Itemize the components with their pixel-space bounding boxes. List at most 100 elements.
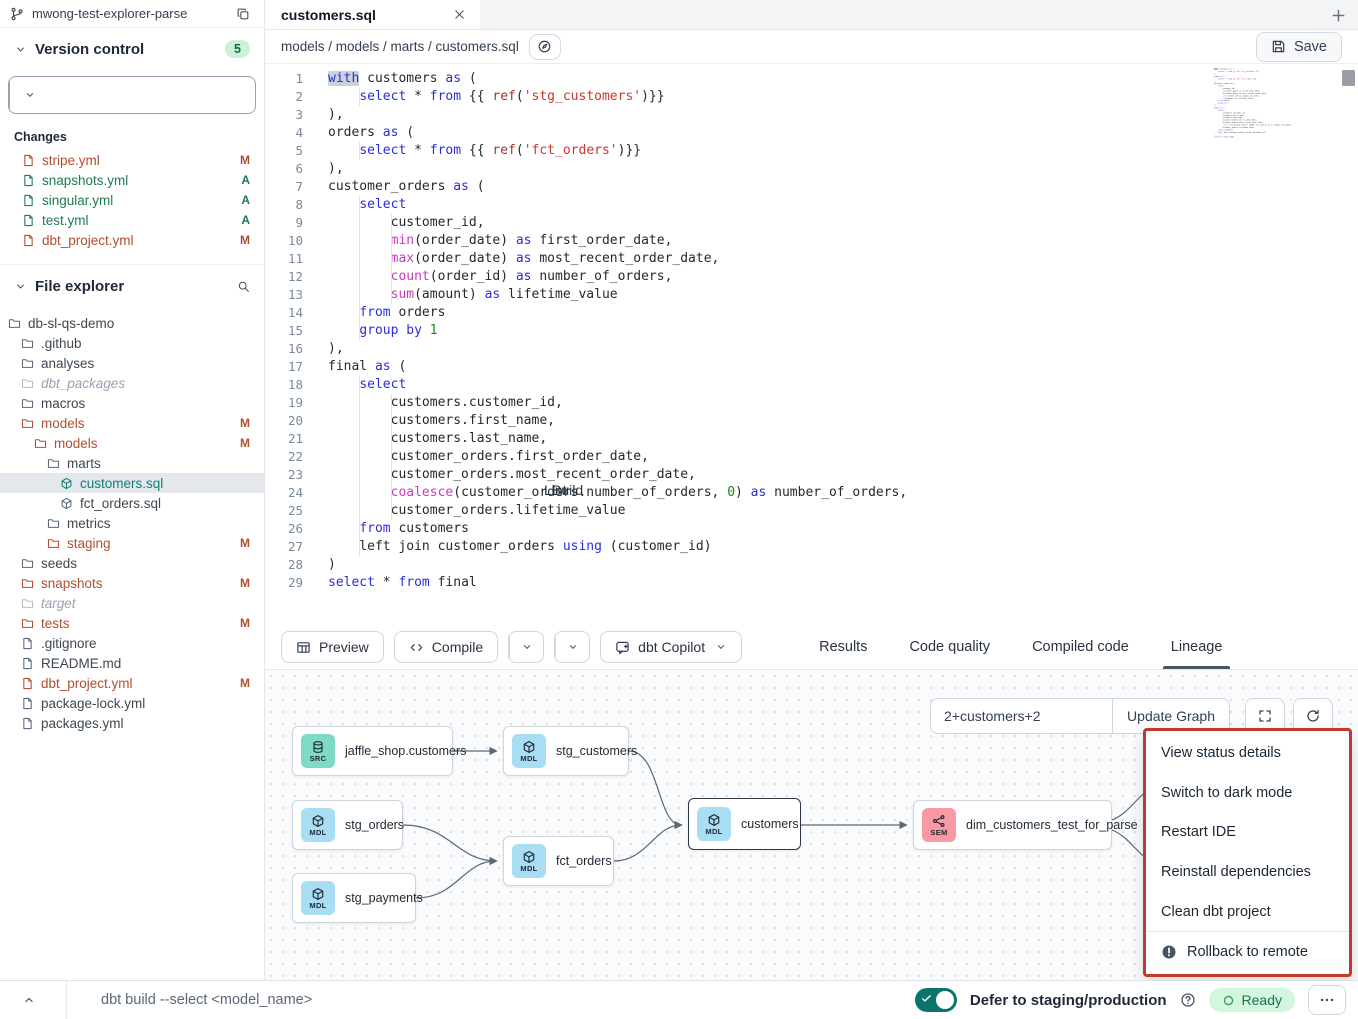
folder-icon (8, 317, 21, 330)
tree-item-staging[interactable]: staging M (0, 533, 264, 553)
change-status-badge: M (240, 233, 250, 247)
tree-item-snapshots[interactable]: snapshots M (0, 573, 264, 593)
tree-item-models[interactable]: models M (0, 413, 264, 433)
tree-item-tests[interactable]: tests M (0, 613, 264, 633)
lineage-search-input[interactable]: 2+customers+2 (931, 699, 1112, 733)
menu-item-clean-dbt-project[interactable]: Clean dbt project (1146, 892, 1349, 932)
folder-icon (47, 457, 60, 470)
status-badge: M (240, 616, 250, 630)
help-icon[interactable] (1180, 992, 1196, 1008)
menu-item-restart-ide[interactable]: Restart IDE (1146, 812, 1349, 852)
model-icon: MDL (697, 807, 731, 841)
tree-item-metrics[interactable]: metrics (0, 513, 264, 533)
folder-icon (21, 617, 34, 630)
status-badge: Ready (1209, 988, 1295, 1012)
dag-node-stg_orders[interactable]: MDL stg_orders (292, 800, 403, 850)
change-status-badge: M (240, 153, 250, 167)
chevron-down-icon[interactable] (14, 43, 27, 56)
change-status-badge: A (241, 173, 250, 187)
tree-item-marts[interactable]: marts (0, 453, 264, 473)
file-explorer-section: File explorer db-sl-qs-demo .github anal… (0, 264, 264, 733)
changes-count-badge: 5 (225, 40, 250, 58)
line-number: 13 (265, 286, 303, 304)
defer-label: Defer to staging/production (970, 992, 1167, 1009)
chevron-down-icon[interactable] (14, 280, 27, 293)
menu-item-rollback-to-remote[interactable]: Rollback to remote (1146, 932, 1349, 972)
tab-compiled-code[interactable]: Compiled code (1032, 625, 1129, 669)
change-item[interactable]: dbt_project.yml M (0, 230, 264, 250)
preview-button[interactable]: Preview (281, 631, 384, 663)
tree-item-package-lock.yml[interactable]: package-lock.yml (0, 693, 264, 713)
search-icon[interactable] (237, 280, 250, 293)
tree-item-label: dbt_packages (41, 376, 125, 391)
tree-item-label: macros (41, 396, 85, 411)
tree-item-db-sl-qs-demo[interactable]: db-sl-qs-demo (0, 313, 264, 333)
action-toolbar: Preview Compile Build Lint dbt Copilot (265, 625, 1358, 670)
menu-item-reinstall-dependencies[interactable]: Reinstall dependencies (1146, 852, 1349, 892)
file-icon (22, 174, 35, 187)
change-item[interactable]: singular.yml A (0, 190, 264, 210)
tree-item-label: customers.sql (80, 476, 163, 491)
change-item[interactable]: stripe.yml M (0, 150, 264, 170)
copy-icon[interactable] (236, 7, 250, 21)
line-number: 29 (265, 574, 303, 592)
tree-item-target[interactable]: target (0, 593, 264, 613)
tree-item-models[interactable]: models M (0, 433, 264, 453)
lint-button[interactable]: Lint (554, 631, 590, 663)
tree-item-label: .gitignore (41, 636, 97, 651)
dag-node-stg_customers[interactable]: MDL stg_customers (503, 726, 629, 776)
dag-node-customers[interactable]: MDL customers (688, 798, 801, 850)
line-number: 3 (265, 106, 303, 124)
line-number: 23 (265, 466, 303, 484)
tab-lineage[interactable]: Lineage (1171, 625, 1223, 669)
tree-item-seeds[interactable]: seeds (0, 553, 264, 573)
dag-node-stg_payments[interactable]: MDL stg_payments (292, 873, 416, 923)
tab-results[interactable]: Results (819, 625, 867, 669)
tree-item-.github[interactable]: .github (0, 333, 264, 353)
file-icon (21, 677, 34, 690)
dag-node-jaffle_shop_customers[interactable]: SRC jaffle_shop.customers (292, 726, 453, 776)
divider (66, 981, 67, 1019)
menu-item-view-status-details[interactable]: View status details (1146, 733, 1349, 773)
semantic-icon: SEM (922, 808, 956, 842)
file-icon (21, 697, 34, 710)
tree-item-label: db-sl-qs-demo (28, 316, 114, 331)
change-item[interactable]: test.yml A (0, 210, 264, 230)
file-explorer-title: File explorer (35, 278, 124, 295)
folder-icon (21, 397, 34, 410)
compile-button[interactable]: Compile (394, 631, 498, 663)
expand-console-button[interactable] (22, 993, 36, 1007)
tree-item-macros[interactable]: macros (0, 393, 264, 413)
commit-and-sync-button[interactable]: Commit and sync (8, 76, 256, 114)
commit-options-dropdown[interactable] (9, 77, 49, 113)
more-options-button[interactable] (1308, 985, 1346, 1015)
tree-item-dbt_project.yml[interactable]: dbt_project.yml M (0, 673, 264, 693)
line-number: 16 (265, 340, 303, 358)
file-icon (21, 717, 34, 730)
dag-node-fct_orders[interactable]: MDL fct_orders (503, 836, 614, 886)
alert-icon (1161, 944, 1177, 960)
tree-item-README.md[interactable]: README.md (0, 653, 264, 673)
tree-item-fct_orders.sql[interactable]: fct_orders.sql (0, 493, 264, 513)
tree-item-analyses[interactable]: analyses (0, 353, 264, 373)
file-icon (21, 657, 34, 670)
command-input[interactable]: dbt build --select <model_name> (101, 992, 312, 1008)
line-number: 11 (265, 250, 303, 268)
tree-item-.gitignore[interactable]: .gitignore (0, 633, 264, 653)
close-icon[interactable] (453, 8, 466, 21)
lineage-panel: SRC jaffle_shop.customers MDL stg_custom… (265, 670, 1358, 980)
tree-item-packages.yml[interactable]: packages.yml (0, 713, 264, 733)
change-item[interactable]: snapshots.yml A (0, 170, 264, 190)
defer-toggle[interactable] (915, 988, 957, 1012)
tree-item-customers.sql[interactable]: customers.sql (0, 473, 264, 493)
line-number: 12 (265, 268, 303, 286)
tree-item-dbt_packages[interactable]: dbt_packages (0, 373, 264, 393)
file-icon (22, 194, 35, 207)
dag-node-dim_customers_test_for_parse[interactable]: SEM dim_customers_test_for_parse (913, 800, 1112, 850)
menu-item-switch-to-dark-mode[interactable]: Switch to dark mode (1146, 773, 1349, 813)
tree-item-label: README.md (41, 656, 121, 671)
line-number: 14 (265, 304, 303, 322)
folder-icon (21, 357, 34, 370)
tab-customers-sql[interactable]: customers.sql (265, 0, 480, 29)
tab-code-quality[interactable]: Code quality (909, 625, 990, 669)
